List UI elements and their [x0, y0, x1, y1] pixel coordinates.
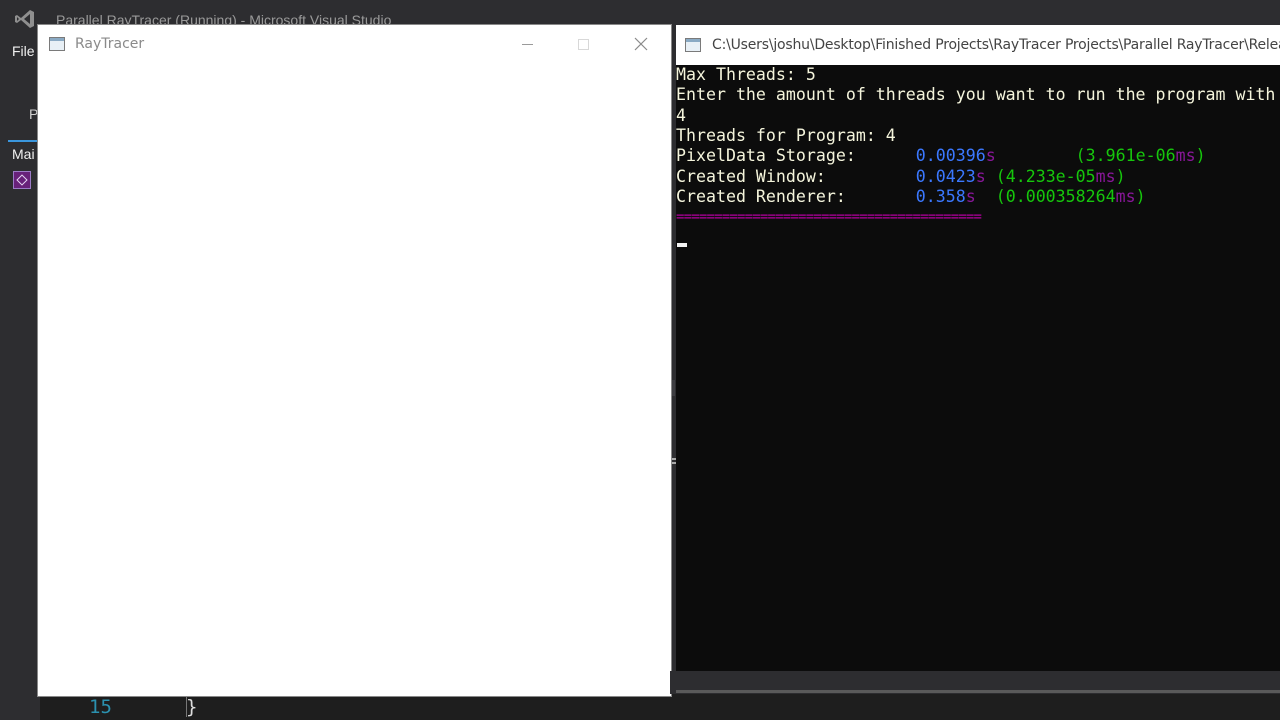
line-number: 15 [89, 696, 112, 718]
console-line-input: 4 [676, 105, 686, 125]
screen: Parallel RayTracer (Running) - Microsoft… [0, 0, 1280, 720]
console-window: C:\Users\joshu\Desktop\Finished Projects… [676, 25, 1280, 671]
console-line-window: Created Window: 0.0423s (4.233e-05ms) [676, 167, 1126, 187]
console-line-prompt: Enter the amount of threads you want to … [676, 85, 1276, 105]
renderer-paren-open: ( [995, 186, 1006, 206]
console-separator: ======================================== [676, 209, 982, 226]
window-ms-unit: ms [1095, 166, 1116, 186]
visual-studio-logo-icon [15, 10, 34, 28]
renderer-label: Created Renderer: [676, 186, 916, 206]
close-icon [634, 37, 648, 51]
pixeldata-seconds: 0.00396 [915, 146, 986, 166]
ide-bottom-border [676, 690, 1280, 693]
pixeldata-ms-unit: ms [1175, 146, 1196, 166]
minimize-button[interactable] [504, 25, 550, 63]
console-line-pixeldata: PixelData Storage: 0.00396s (3.961e-06ms… [676, 146, 1206, 166]
window-paren-open: ( [995, 166, 1006, 186]
console-line-max-threads: Max Threads: 5 [676, 65, 816, 84]
close-button[interactable] [618, 25, 664, 63]
renderer-seconds-unit: s [965, 186, 976, 206]
window-pad [986, 167, 996, 186]
pixeldata-seconds-unit: s [985, 146, 996, 166]
window-label: Created Window: [676, 166, 916, 186]
pixeldata-pad [996, 146, 1076, 165]
pixeldata-label: PixelData Storage: [676, 146, 916, 166]
class-icon[interactable] [13, 171, 31, 189]
console-title: C:\Users\joshu\Desktop\Finished Projects… [712, 37, 1280, 53]
console-cursor [677, 243, 687, 247]
renderer-pad [976, 187, 996, 206]
ide-side-letter: P [29, 106, 39, 122]
raytracer-window: RayTracer [38, 25, 671, 696]
raytracer-titlebar[interactable]: RayTracer [38, 25, 671, 63]
ide-left-strip [0, 36, 40, 720]
window-seconds: 0.0423 [915, 166, 976, 186]
raytracer-title: RayTracer [75, 36, 145, 52]
renderer-seconds: 0.358 [915, 186, 966, 206]
window-paren-close: ) [1115, 166, 1126, 186]
maximize-button[interactable] [560, 25, 606, 63]
window-ms: 4.233e-05 [1005, 166, 1096, 186]
console-output[interactable]: Max Threads: 5 Enter the amount of threa… [676, 65, 1280, 671]
pixeldata-paren-open: ( [1075, 146, 1086, 166]
renderer-paren-close: ) [1135, 186, 1146, 206]
window-seconds-unit: s [975, 166, 986, 186]
console-titlebar[interactable]: C:\Users\joshu\Desktop\Finished Projects… [676, 25, 1280, 65]
minimize-icon [521, 43, 533, 45]
render-canvas[interactable] [38, 63, 671, 696]
pixeldata-paren-close: ) [1195, 146, 1206, 166]
app-window-icon[interactable] [49, 37, 65, 51]
renderer-ms: 0.000358264 [1005, 186, 1116, 206]
ide-tab-underline [8, 140, 40, 142]
maximize-icon [577, 38, 589, 50]
console-line-threads: Threads for Program: 4 [676, 125, 896, 145]
code-line[interactable]: } [186, 696, 197, 718]
code-editor-strip [40, 694, 1280, 720]
menu-file[interactable]: File [12, 43, 35, 59]
ide-tab-main[interactable]: Mai [12, 146, 35, 162]
console-app-icon[interactable] [685, 38, 701, 52]
pixeldata-ms: 3.961e-06 [1085, 146, 1176, 166]
renderer-ms-unit: ms [1115, 186, 1136, 206]
console-line-renderer: Created Renderer: 0.358s (0.000358264ms) [676, 187, 1146, 207]
